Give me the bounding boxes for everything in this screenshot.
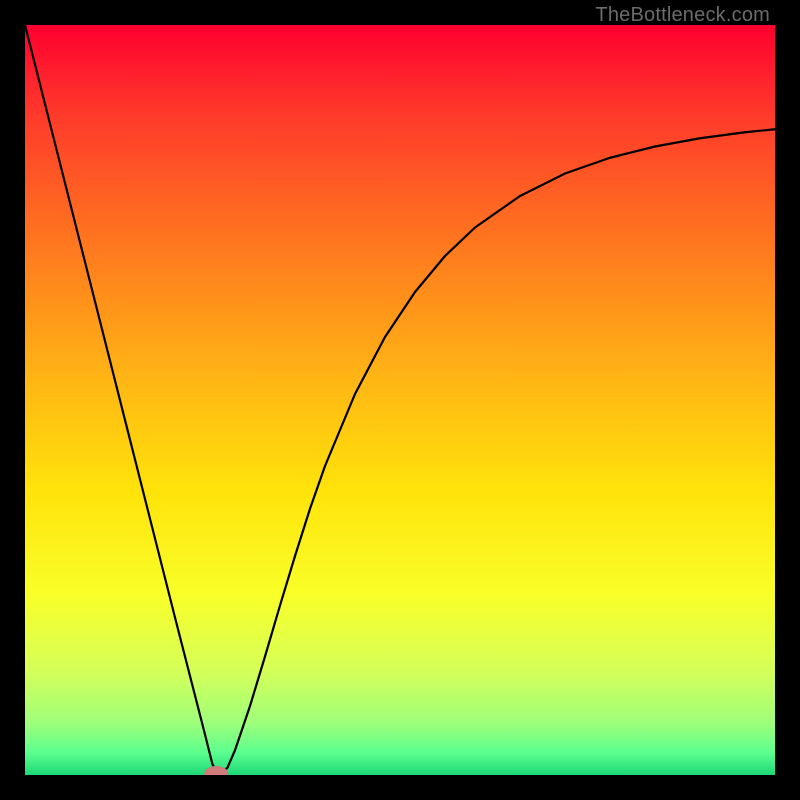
chart-frame: [25, 25, 775, 775]
bottleneck-chart: [25, 25, 775, 775]
gradient-background: [25, 25, 775, 775]
watermark-text: TheBottleneck.com: [595, 4, 770, 27]
